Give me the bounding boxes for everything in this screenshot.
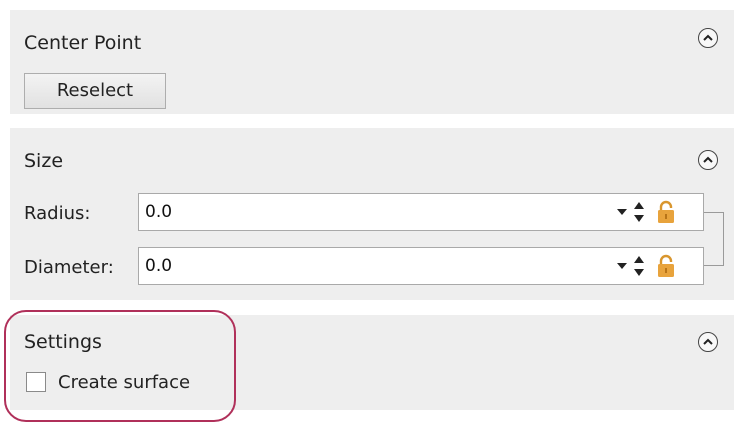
create-surface-label[interactable]: Create surface: [58, 372, 190, 393]
size-panel: Size Radius: 0.0 Diameter: 0.0: [10, 128, 734, 300]
settings-collapse-button[interactable]: [698, 332, 718, 352]
diameter-input[interactable]: 0.0: [138, 247, 704, 285]
radius-diameter-link-bracket: [704, 212, 724, 266]
radius-value: 0.0: [145, 202, 173, 222]
diameter-value: 0.0: [145, 256, 173, 276]
properties-page: Center Point Reselect Size Radius: 0.0 D…: [0, 0, 734, 425]
diameter-spinner-icon[interactable]: [633, 255, 645, 277]
radius-dropdown-arrow-icon[interactable]: [617, 209, 627, 215]
size-collapse-button[interactable]: [698, 150, 718, 170]
settings-panel: Settings Create surface: [10, 315, 734, 410]
diameter-label: Diameter:: [24, 257, 114, 278]
diameter-lock-icon[interactable]: [657, 254, 675, 278]
radius-label: Radius:: [24, 203, 91, 224]
radius-lock-icon[interactable]: [657, 200, 675, 224]
chevron-up-icon: [703, 338, 713, 345]
radius-input[interactable]: 0.0: [138, 193, 704, 231]
center-point-panel: Center Point Reselect: [10, 10, 734, 114]
create-surface-checkbox[interactable]: [26, 372, 46, 392]
radius-spinner-icon[interactable]: [633, 201, 645, 223]
reselect-button[interactable]: Reselect: [24, 73, 166, 109]
center-point-title: Center Point: [24, 32, 142, 54]
size-title: Size: [24, 150, 64, 172]
settings-title: Settings: [24, 331, 102, 353]
chevron-up-icon: [703, 156, 713, 163]
center-point-collapse-button[interactable]: [698, 28, 718, 48]
chevron-up-icon: [703, 34, 713, 41]
diameter-dropdown-arrow-icon[interactable]: [617, 263, 627, 269]
